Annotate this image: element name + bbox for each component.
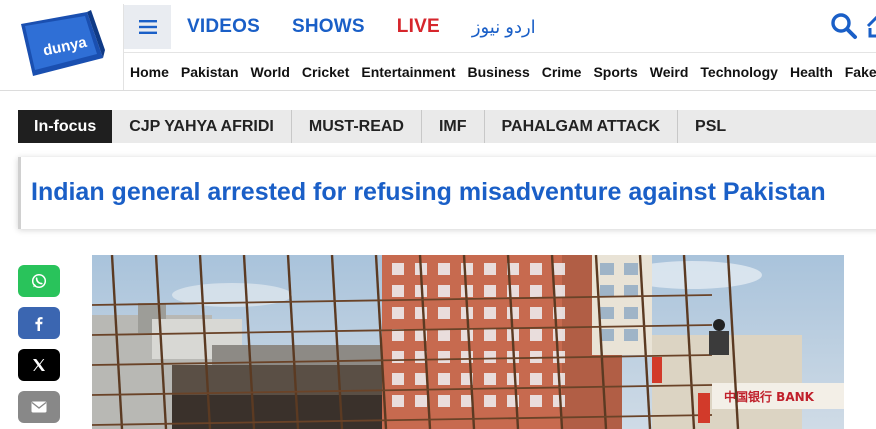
photo-window (392, 373, 404, 385)
photo-window (530, 395, 542, 407)
photo-window (484, 395, 496, 407)
photo-window (484, 307, 496, 319)
cat-home[interactable]: Home (130, 64, 169, 80)
focus-tag-imf[interactable]: IMF (422, 110, 485, 143)
photo-window (530, 285, 542, 297)
share-facebook-button[interactable] (18, 307, 60, 339)
hamburger-icon (138, 20, 157, 34)
photo-window (392, 395, 404, 407)
photo-window (624, 307, 638, 319)
email-icon (31, 401, 47, 413)
worker-red (698, 393, 710, 423)
photo-window (415, 373, 427, 385)
cat-business[interactable]: Business (468, 64, 530, 80)
photo-window (438, 351, 450, 363)
cat-health[interactable]: Health (790, 64, 833, 80)
cat-crime[interactable]: Crime (542, 64, 582, 80)
photo-window (553, 329, 565, 341)
photo-window (415, 307, 427, 319)
photo-window (484, 263, 496, 275)
cat-entertainment[interactable]: Entertainment (361, 64, 455, 80)
photo-window (600, 285, 614, 297)
in-focus-label: In-focus (18, 110, 113, 143)
photo-window (600, 263, 614, 275)
focus-tag-must-read[interactable]: MUST-READ (292, 110, 422, 143)
home-icon[interactable] (866, 12, 876, 40)
photo-window (438, 329, 450, 341)
cat-cricket[interactable]: Cricket (302, 64, 349, 80)
category-nav: Home Pakistan World Cricket Entertainmen… (124, 52, 876, 91)
photo-window (461, 263, 473, 275)
photo-window (484, 373, 496, 385)
photo-window (484, 285, 496, 297)
photo-window (507, 373, 519, 385)
site-header: dunya VIDEOS SHOWS LIVE اردو نیوز Home P… (0, 0, 876, 92)
photo-window (484, 351, 496, 363)
cat-technology[interactable]: Technology (700, 64, 778, 80)
cat-sports[interactable]: Sports (593, 64, 637, 80)
cat-pakistan[interactable]: Pakistan (181, 64, 239, 80)
top-nav: VIDEOS SHOWS LIVE اردو نیوز (171, 5, 552, 49)
photo-window (461, 329, 473, 341)
photo-window (530, 263, 542, 275)
photo-window (530, 329, 542, 341)
photo-window (392, 263, 404, 275)
headline-card: Indian general arrested for refusing mis… (18, 157, 876, 229)
photo-window (438, 395, 450, 407)
focus-tag-pahalgam[interactable]: PAHALGAM ATTACK (485, 110, 679, 143)
photo-window (553, 263, 565, 275)
nav-live[interactable]: LIVE (397, 16, 440, 38)
photo-window (624, 329, 638, 341)
facebook-icon (35, 317, 43, 331)
photo-window (530, 373, 542, 385)
article-headline: Indian general arrested for refusing mis… (31, 178, 826, 206)
cat-world[interactable]: World (251, 64, 290, 80)
photo-window (415, 395, 427, 407)
nav-urdu-news[interactable]: اردو نیوز (472, 17, 536, 38)
photo-window (392, 285, 404, 297)
photo-window (438, 373, 450, 385)
photo-window (438, 285, 450, 297)
photo-window (438, 307, 450, 319)
nav-videos[interactable]: VIDEOS (187, 16, 260, 38)
photo-window (484, 329, 496, 341)
building-scaffolding-image: 中国银行 BANK (92, 255, 844, 429)
photo-window (507, 307, 519, 319)
share-whatsapp-button[interactable] (18, 265, 60, 297)
article-photo: 中国银行 BANK (92, 255, 844, 429)
whatsapp-icon (31, 273, 47, 289)
share-x-button[interactable] (18, 349, 60, 381)
worker-body (709, 331, 729, 355)
worker-head (713, 319, 725, 331)
in-focus-bar: In-focus CJP YAHYA AFRIDI MUST-READ IMF … (18, 110, 876, 143)
photo-window (392, 307, 404, 319)
share-email-button[interactable] (18, 391, 60, 423)
nav-shows[interactable]: SHOWS (292, 16, 365, 38)
focus-tag-cjp[interactable]: CJP YAHYA AFRIDI (112, 110, 292, 143)
photo-window (600, 307, 614, 319)
photo-window (600, 329, 614, 341)
cat-weird[interactable]: Weird (650, 64, 689, 80)
photo-window (438, 263, 450, 275)
dunya-logo[interactable]: dunya (17, 10, 107, 82)
cat-fake-news[interactable]: Fake N (845, 64, 876, 80)
photo-window (392, 351, 404, 363)
header-divider-line (0, 90, 876, 91)
search-icon[interactable] (830, 12, 858, 40)
photo-window (624, 285, 638, 297)
photo-window (624, 263, 638, 275)
photo-window (530, 307, 542, 319)
worker-red (652, 357, 662, 383)
x-icon (33, 359, 45, 371)
focus-tag-psl[interactable]: PSL (678, 110, 743, 143)
menu-button[interactable] (124, 5, 171, 49)
